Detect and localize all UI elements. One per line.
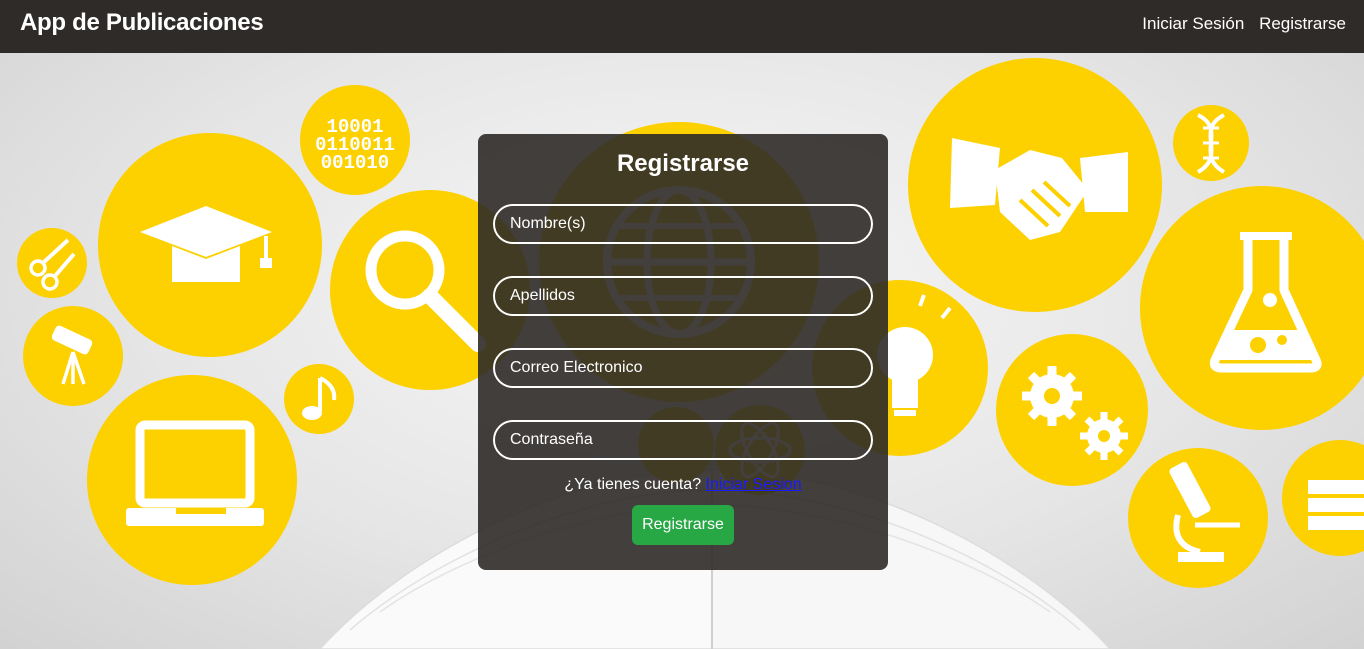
has-account-row: ¿Ya tienes cuenta? Iniciar Sesion	[478, 476, 888, 494]
laptop-icon	[87, 375, 297, 585]
nav-links: Iniciar Sesión Registrarse	[1132, 14, 1346, 34]
login-link[interactable]: Iniciar Sesion	[706, 476, 802, 493]
has-account-text: ¿Ya tienes cuenta?	[564, 476, 702, 493]
scissors-icon	[17, 228, 87, 298]
flask-icon	[1140, 186, 1364, 430]
brand-title[interactable]: App de Publicaciones	[20, 9, 264, 37]
navbar: App de Publicaciones Iniciar Sesión Regi…	[0, 0, 1364, 53]
telescope-icon	[23, 306, 123, 406]
email-field[interactable]	[493, 348, 873, 388]
microscope-icon	[1128, 448, 1268, 588]
nav-login-link[interactable]: Iniciar Sesión	[1142, 14, 1244, 33]
last-name-field[interactable]	[493, 276, 873, 316]
svg-text:001010: 001010	[321, 152, 389, 174]
binary-icon: 10001 0110011 001010	[300, 85, 410, 195]
register-card: Registrarse ¿Ya tienes cuenta? Iniciar S…	[478, 134, 888, 570]
music-note-icon	[284, 364, 354, 434]
dna-icon	[1173, 105, 1249, 181]
books-icon	[1282, 440, 1364, 556]
handshake-icon	[908, 58, 1162, 312]
first-name-field[interactable]	[493, 204, 873, 244]
register-button[interactable]: Registrarse	[632, 505, 734, 545]
gears-icon	[996, 334, 1148, 486]
nav-register-link[interactable]: Registrarse	[1259, 14, 1346, 33]
graduation-cap-icon	[98, 133, 322, 357]
password-field[interactable]	[493, 420, 873, 460]
form-title: Registrarse	[616, 150, 750, 177]
